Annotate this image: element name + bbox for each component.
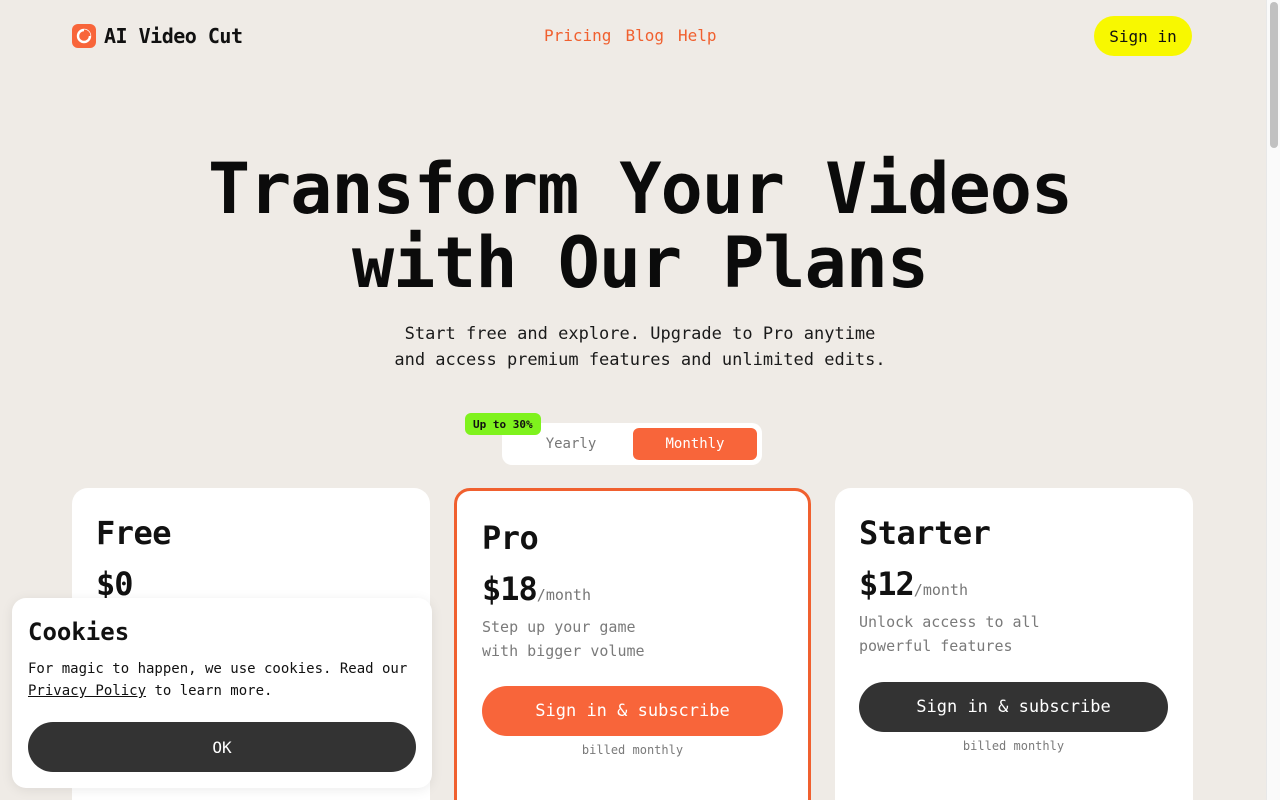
- privacy-policy-link[interactable]: Privacy Policy: [28, 683, 146, 699]
- page-subtitle: Start free and explore. Upgrade to Pro a…: [0, 321, 1280, 373]
- cookie-ok-button[interactable]: OK: [28, 722, 416, 772]
- discount-badge: Up to 30%: [465, 413, 541, 435]
- cookie-title: Cookies: [28, 618, 130, 646]
- nav-blog-link[interactable]: Blog: [625, 26, 664, 45]
- brand-logo[interactable]: AI Video Cut: [72, 24, 243, 48]
- nav-pricing-link[interactable]: Pricing: [544, 26, 611, 45]
- plan-card-pro: Pro $18/month Step up your game with big…: [454, 488, 811, 800]
- plan-price: $18/month: [482, 570, 591, 608]
- cookie-banner: Cookies For magic to happen, we use cook…: [12, 598, 432, 788]
- page-title: Transform Your Videos with Our Plans: [0, 152, 1280, 300]
- cookie-text-after: to learn more.: [154, 683, 273, 699]
- billing-note: billed monthly: [962, 739, 1065, 753]
- billing-note: billed monthly: [581, 743, 684, 757]
- plan-price: $12/month: [859, 565, 968, 603]
- toggle-monthly[interactable]: Monthly: [633, 428, 757, 460]
- logo-icon: [72, 24, 96, 48]
- plan-description-line-1: Step up your game: [482, 618, 636, 636]
- header: AI Video Cut Pricing Blog Help Sign in: [0, 0, 1280, 72]
- plan-card-starter: Starter $12/month Unlock access to all p…: [835, 488, 1193, 800]
- plan-description-line-1: Unlock access to all: [859, 613, 1040, 631]
- page-subtitle-line-2: and access premium features and unlimite…: [394, 350, 886, 370]
- scrollbar-thumb[interactable]: [1270, 2, 1278, 148]
- subscribe-button[interactable]: Sign in & subscribe: [482, 686, 783, 736]
- cookie-text: For magic to happen, we use cookies. Rea…: [28, 658, 418, 702]
- page-subtitle-line-1: Start free and explore. Upgrade to Pro a…: [404, 324, 876, 344]
- plan-price-period: /month: [913, 581, 968, 599]
- plan-price-period: /month: [536, 586, 591, 604]
- page-title-line-2: with Our Plans: [351, 222, 929, 304]
- plan-description-line-2: powerful features: [859, 637, 1013, 655]
- billing-toggle: Yearly Monthly: [502, 423, 762, 465]
- nav-help-link[interactable]: Help: [678, 26, 717, 45]
- plan-name: Pro: [482, 519, 539, 557]
- plan-description: Step up your game with bigger volume: [482, 615, 722, 663]
- page-title-line-1: Transform Your Videos: [207, 148, 1073, 230]
- plan-description: Unlock access to all powerful features: [859, 610, 1099, 658]
- plan-name: Starter: [859, 514, 991, 552]
- plan-description-line-2: with bigger volume: [482, 642, 645, 660]
- plan-name: Free: [96, 514, 172, 552]
- brand-name: AI Video Cut: [104, 24, 243, 48]
- plan-price-amount: $18: [482, 570, 538, 608]
- sign-in-button[interactable]: Sign in: [1094, 16, 1192, 56]
- page-scrollbar[interactable]: [1266, 0, 1280, 800]
- cookie-text-before: For magic to happen, we use cookies. Rea…: [28, 661, 408, 677]
- subscribe-button[interactable]: Sign in & subscribe: [859, 682, 1168, 732]
- main-nav: Pricing Blog Help: [544, 26, 717, 45]
- plan-price-amount: $12: [859, 565, 915, 603]
